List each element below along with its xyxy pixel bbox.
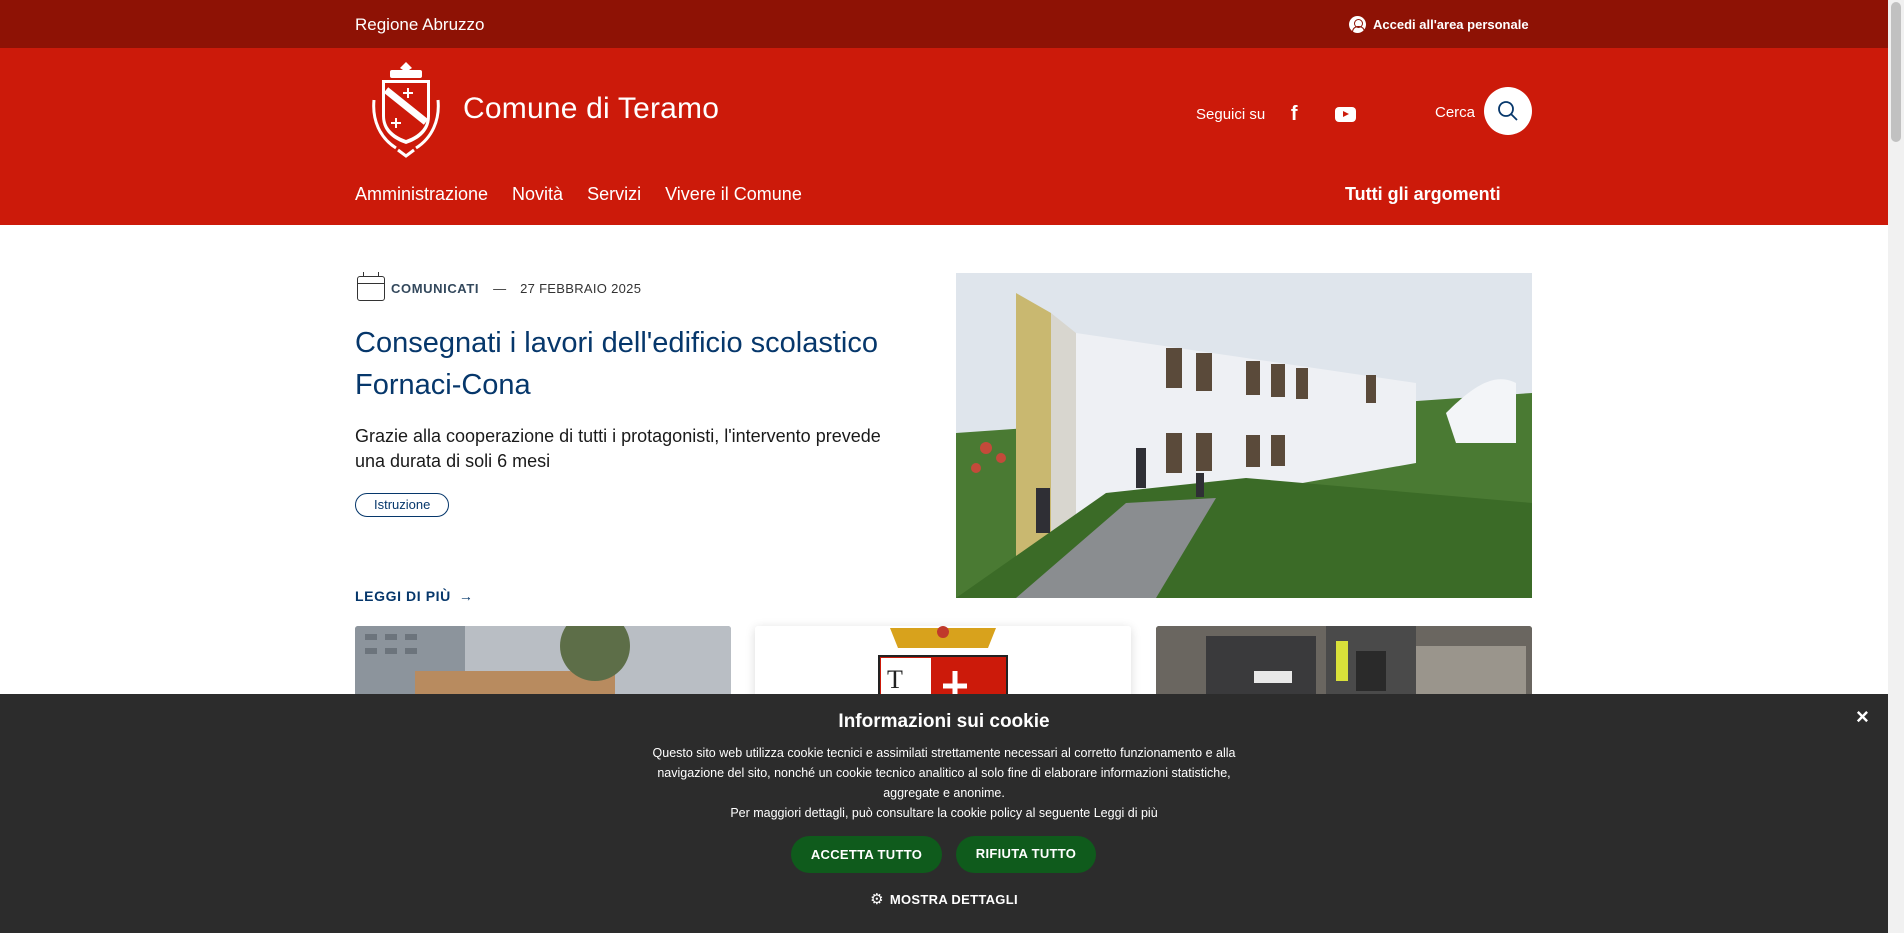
gear-icon: ⚙ [870,891,884,908]
show-details-label: MOSTRA DETTAGLI [889,892,1018,907]
svg-text:T: T [887,665,903,694]
show-details-link[interactable]: ⚙ MOSTRA DETTAGLI [0,890,1888,908]
search-icon [1498,101,1518,121]
read-more-label: LEGGI DI PIÙ [355,588,451,604]
nav-tutti-gli-argomenti[interactable]: Tutti gli argomenti [1345,184,1501,205]
school-building-illustration [956,273,1532,598]
cookie-text-main: Questo sito web utilizza cookie tecnici … [652,746,1236,800]
region-link[interactable]: Regione Abruzzo [355,15,484,35]
facebook-icon[interactable]: f [1287,103,1301,126]
calendar-icon [357,272,385,301]
youtube-icon[interactable] [1335,107,1357,122]
search-button[interactable] [1484,87,1532,135]
site-title[interactable]: Comune di Teramo [463,92,719,126]
article-category[interactable]: COMUNICATI [391,281,479,296]
scrollbar-thumb[interactable] [1891,2,1901,142]
topic-tag[interactable]: Istruzione [355,493,450,517]
nav-novita[interactable]: Novità [512,184,563,205]
arrow-right-icon: → [458,588,474,604]
social-links: Seguici su f [1196,103,1357,126]
reject-all-button[interactable]: RIFIUTA TUTTO [956,836,1096,873]
page-scrollbar[interactable] [1888,0,1904,933]
cookie-title: Informazioni sui cookie [838,711,1050,732]
article-description: Grazie alla cooperazione di tutti i prot… [355,426,881,471]
cookie-text: Questo sito web utilizza cookie tecnici … [630,743,1258,823]
article-title[interactable]: Consegnati i lavori dell'edificio scolas… [355,322,915,406]
crest-logo[interactable] [368,60,444,160]
follow-label: Seguici su [1196,106,1266,123]
user-icon [1349,16,1366,33]
nav-servizi[interactable]: Servizi [587,184,641,205]
cookie-banner: Informazioni sui cookie × Questo sito we… [0,694,1888,933]
cookie-text-policy[interactable]: Per maggiori dettagli, può consultare la… [630,803,1258,823]
article-date: 27 FEBBRAIO 2025 [520,281,642,296]
top-bar: Regione Abruzzo Accedi all'area personal… [0,0,1888,48]
article-meta: COMUNICATI — 27 FEBBRAIO 2025 [357,272,642,301]
search-label: Cerca [1435,104,1476,121]
meta-separator: — [493,281,507,296]
nav-amministrazione[interactable]: Amministrazione [355,184,488,205]
article-image[interactable] [956,273,1532,598]
login-link[interactable]: Accedi all'area personale [1349,16,1529,33]
read-more-link[interactable]: LEGGI DI PIÙ → [355,588,474,604]
login-label: Accedi all'area personale [1373,17,1529,32]
main-nav: Amministrazione Novità Servizi Vivere il… [355,184,802,205]
close-icon[interactable]: × [1856,704,1869,730]
nav-vivere-il-comune[interactable]: Vivere il Comune [665,184,802,205]
site-header: Comune di Teramo Seguici su f Cerca Ammi… [0,48,1888,225]
accept-all-button[interactable]: ACCETTA TUTTO [791,836,942,873]
